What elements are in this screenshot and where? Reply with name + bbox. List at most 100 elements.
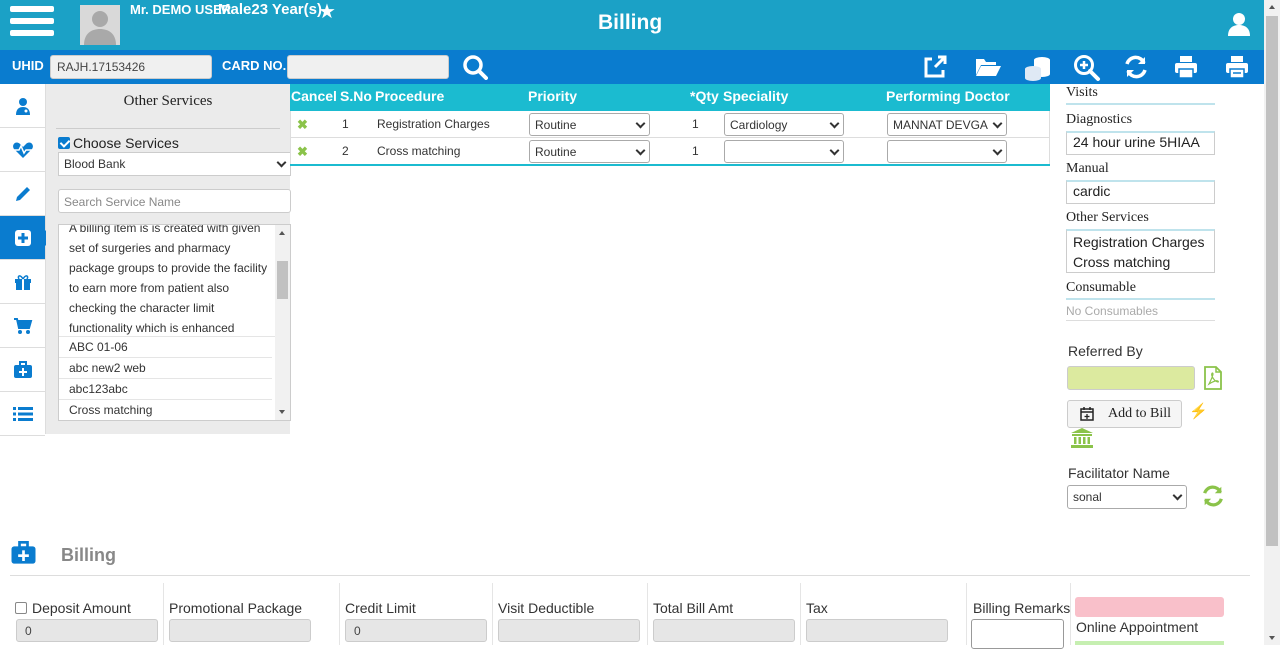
credit-column: Credit Limit 0 (339, 583, 492, 645)
scroll-up-icon[interactable] (279, 231, 285, 235)
doctor-select[interactable] (887, 140, 1007, 163)
refresh-icon[interactable] (1123, 54, 1149, 83)
online-appointment-box[interactable] (1075, 641, 1224, 645)
chevron-down-icon (635, 145, 646, 156)
refresh-facilitator-icon[interactable] (1201, 484, 1225, 511)
list-item[interactable]: Cross matching (59, 400, 272, 420)
nav-edit[interactable] (0, 172, 45, 216)
chevron-down-icon (1172, 490, 1183, 501)
list-item[interactable]: ABC 01-06 (59, 337, 272, 358)
chevron-down-icon (829, 118, 840, 129)
print-icon[interactable] (1173, 54, 1199, 83)
visit-deductible-input[interactable] (498, 619, 640, 642)
total-column: Total Bill Amt (647, 583, 800, 645)
facilitator-select[interactable]: sonal (1067, 485, 1187, 509)
user-icon[interactable] (1226, 11, 1252, 40)
scroll-thumb[interactable] (277, 261, 288, 299)
visit-deductible-label: Visit Deductible (498, 600, 595, 616)
nav-vitals[interactable] (0, 128, 45, 172)
scroll-up-icon[interactable] (1269, 5, 1275, 9)
promo-input[interactable] (169, 619, 311, 642)
add-to-bill-button[interactable]: Add to Bill (1067, 400, 1182, 428)
scroll-down-icon[interactable] (279, 410, 285, 414)
divider (1066, 103, 1215, 105)
promo-column: Promotional Package (163, 583, 339, 645)
procedure-table: Cancel S.No Procedure Priority *Qty Spec… (290, 84, 1050, 165)
list-icon (12, 406, 33, 421)
service-list[interactable]: A billing item is is created with given … (58, 224, 291, 421)
bank-icon[interactable] (1071, 428, 1093, 451)
choose-services-toggle[interactable]: Choose Services (58, 135, 179, 151)
deposit-label-text: Deposit Amount (32, 600, 131, 616)
visits-label: Visits (1066, 85, 1098, 100)
credit-input[interactable]: 0 (345, 619, 487, 642)
medkit-icon (13, 360, 32, 378)
nav-doctor[interactable] (0, 84, 45, 128)
patient-name: Mr. DEMO USER (130, 2, 232, 17)
tax-column: Tax (800, 583, 966, 645)
scroll-down-icon[interactable] (1269, 636, 1275, 640)
credit-label: Credit Limit (345, 600, 416, 616)
coins-icon[interactable] (1024, 54, 1052, 85)
service-description[interactable]: A billing item is is created with given … (59, 225, 290, 337)
promo-label: Promotional Package (169, 600, 303, 616)
total-input[interactable] (653, 619, 795, 642)
cancel-icon[interactable]: ✖ (297, 144, 308, 160)
header-speciality: Speciality (723, 88, 789, 104)
table-row: ✖ 2 Cross matching Routine 1 (290, 138, 1050, 165)
print-receipt-icon[interactable] (1224, 54, 1250, 83)
service-search-input[interactable]: Search Service Name (58, 189, 291, 213)
priority-select[interactable]: Routine (529, 140, 650, 163)
divider (10, 575, 1250, 576)
tax-input[interactable] (806, 619, 948, 642)
external-link-icon[interactable] (922, 54, 948, 83)
deposit-input[interactable]: 0 (16, 619, 158, 642)
nav-list[interactable] (0, 392, 45, 436)
cancel-icon[interactable]: ✖ (297, 117, 308, 133)
other-services-panel: Other Services Choose Services Blood Ban… (46, 84, 291, 434)
services-panel-title: Other Services (123, 93, 213, 109)
page-scrollbar[interactable] (1264, 0, 1280, 645)
search-icon[interactable] (462, 54, 488, 83)
chevron-down-icon (635, 118, 646, 129)
divider (1066, 320, 1215, 321)
priority-select[interactable]: Routine (529, 113, 650, 136)
row-procedure: Cross matching (377, 144, 461, 158)
doctor-select[interactable]: MANNAT DEVGA (887, 113, 1007, 136)
choose-services-checkbox[interactable] (58, 137, 70, 149)
billing-section-title: Billing (61, 545, 116, 565)
zoom-in-icon[interactable] (1073, 54, 1101, 85)
pdf-icon[interactable] (1203, 366, 1223, 393)
facilitator-label: Facilitator Name (1068, 465, 1170, 481)
nav-gift[interactable] (0, 260, 45, 304)
list-item[interactable]: abc new2 web (59, 358, 272, 379)
bolt-icon[interactable]: ⚡ (1189, 402, 1208, 420)
speciality-select[interactable] (724, 140, 844, 163)
deposit-column: Deposit Amount 0 (10, 583, 163, 645)
card-input[interactable] (287, 55, 449, 79)
folder-open-icon[interactable] (974, 54, 1002, 83)
deposit-label: Deposit Amount (15, 600, 131, 616)
service-list-scrollbar[interactable] (275, 225, 290, 420)
referred-by-label: Referred By (1068, 343, 1143, 359)
heartbeat-icon (12, 142, 33, 158)
referred-by-input[interactable] (1067, 366, 1195, 390)
row-qty: 1 (692, 144, 699, 158)
list-item[interactable]: abc123abc (59, 379, 272, 400)
online-appointment-label: Online Appointment (1076, 619, 1199, 635)
service-category-select[interactable]: Blood Bank (58, 152, 291, 176)
chevron-down-icon (276, 157, 287, 168)
toolbar: UHID RAJH.17153426 CARD NO. (0, 50, 1264, 84)
header-procedure: Procedure (375, 88, 445, 104)
deposit-checkbox[interactable] (15, 602, 27, 614)
star-icon[interactable]: ★ (318, 0, 336, 24)
menu-icon[interactable] (10, 6, 54, 44)
scroll-thumb[interactable] (1266, 16, 1278, 546)
uhid-input[interactable]: RAJH.17153426 (50, 55, 212, 79)
priority-value: Routine (535, 145, 577, 159)
nav-cart[interactable] (0, 304, 45, 348)
nav-billing[interactable] (0, 216, 53, 260)
nav-medkit[interactable] (0, 348, 45, 392)
speciality-select[interactable]: Cardiology (724, 113, 844, 136)
uhid-label: UHID (12, 58, 44, 73)
